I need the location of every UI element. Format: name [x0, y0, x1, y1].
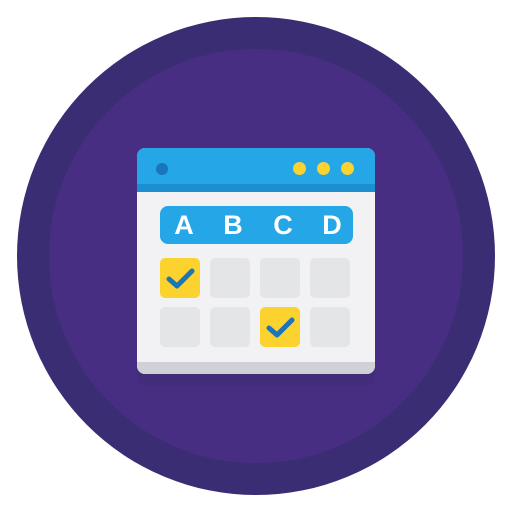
- column-header-c: C: [273, 210, 293, 240]
- checked-cell[interactable]: [160, 258, 200, 298]
- window-titlebar: [137, 148, 375, 192]
- empty-cell[interactable]: [210, 258, 250, 298]
- yellow-dot-icon: [341, 162, 354, 175]
- yellow-dot-icon: [317, 162, 330, 175]
- titlebar-strip: [137, 184, 375, 192]
- checkmark-icon: [166, 268, 195, 289]
- window-bottom-edge: [137, 362, 375, 374]
- empty-cell[interactable]: [210, 307, 250, 347]
- column-header-b: B: [223, 210, 243, 240]
- column-header-d: D: [322, 210, 342, 240]
- yellow-dot-icon: [293, 162, 306, 175]
- empty-cell[interactable]: [310, 258, 350, 298]
- checked-cell[interactable]: [260, 307, 300, 347]
- column-header-bar: A B C D: [160, 206, 353, 244]
- empty-cell[interactable]: [310, 307, 350, 347]
- empty-cell[interactable]: [260, 258, 300, 298]
- column-header-a: A: [174, 210, 194, 240]
- blue-dot-icon: [156, 163, 168, 175]
- empty-cell[interactable]: [160, 307, 200, 347]
- checkmark-icon: [266, 317, 295, 338]
- icon-stage: A B C D: [0, 0, 512, 512]
- calendar-window: A B C D: [137, 148, 375, 374]
